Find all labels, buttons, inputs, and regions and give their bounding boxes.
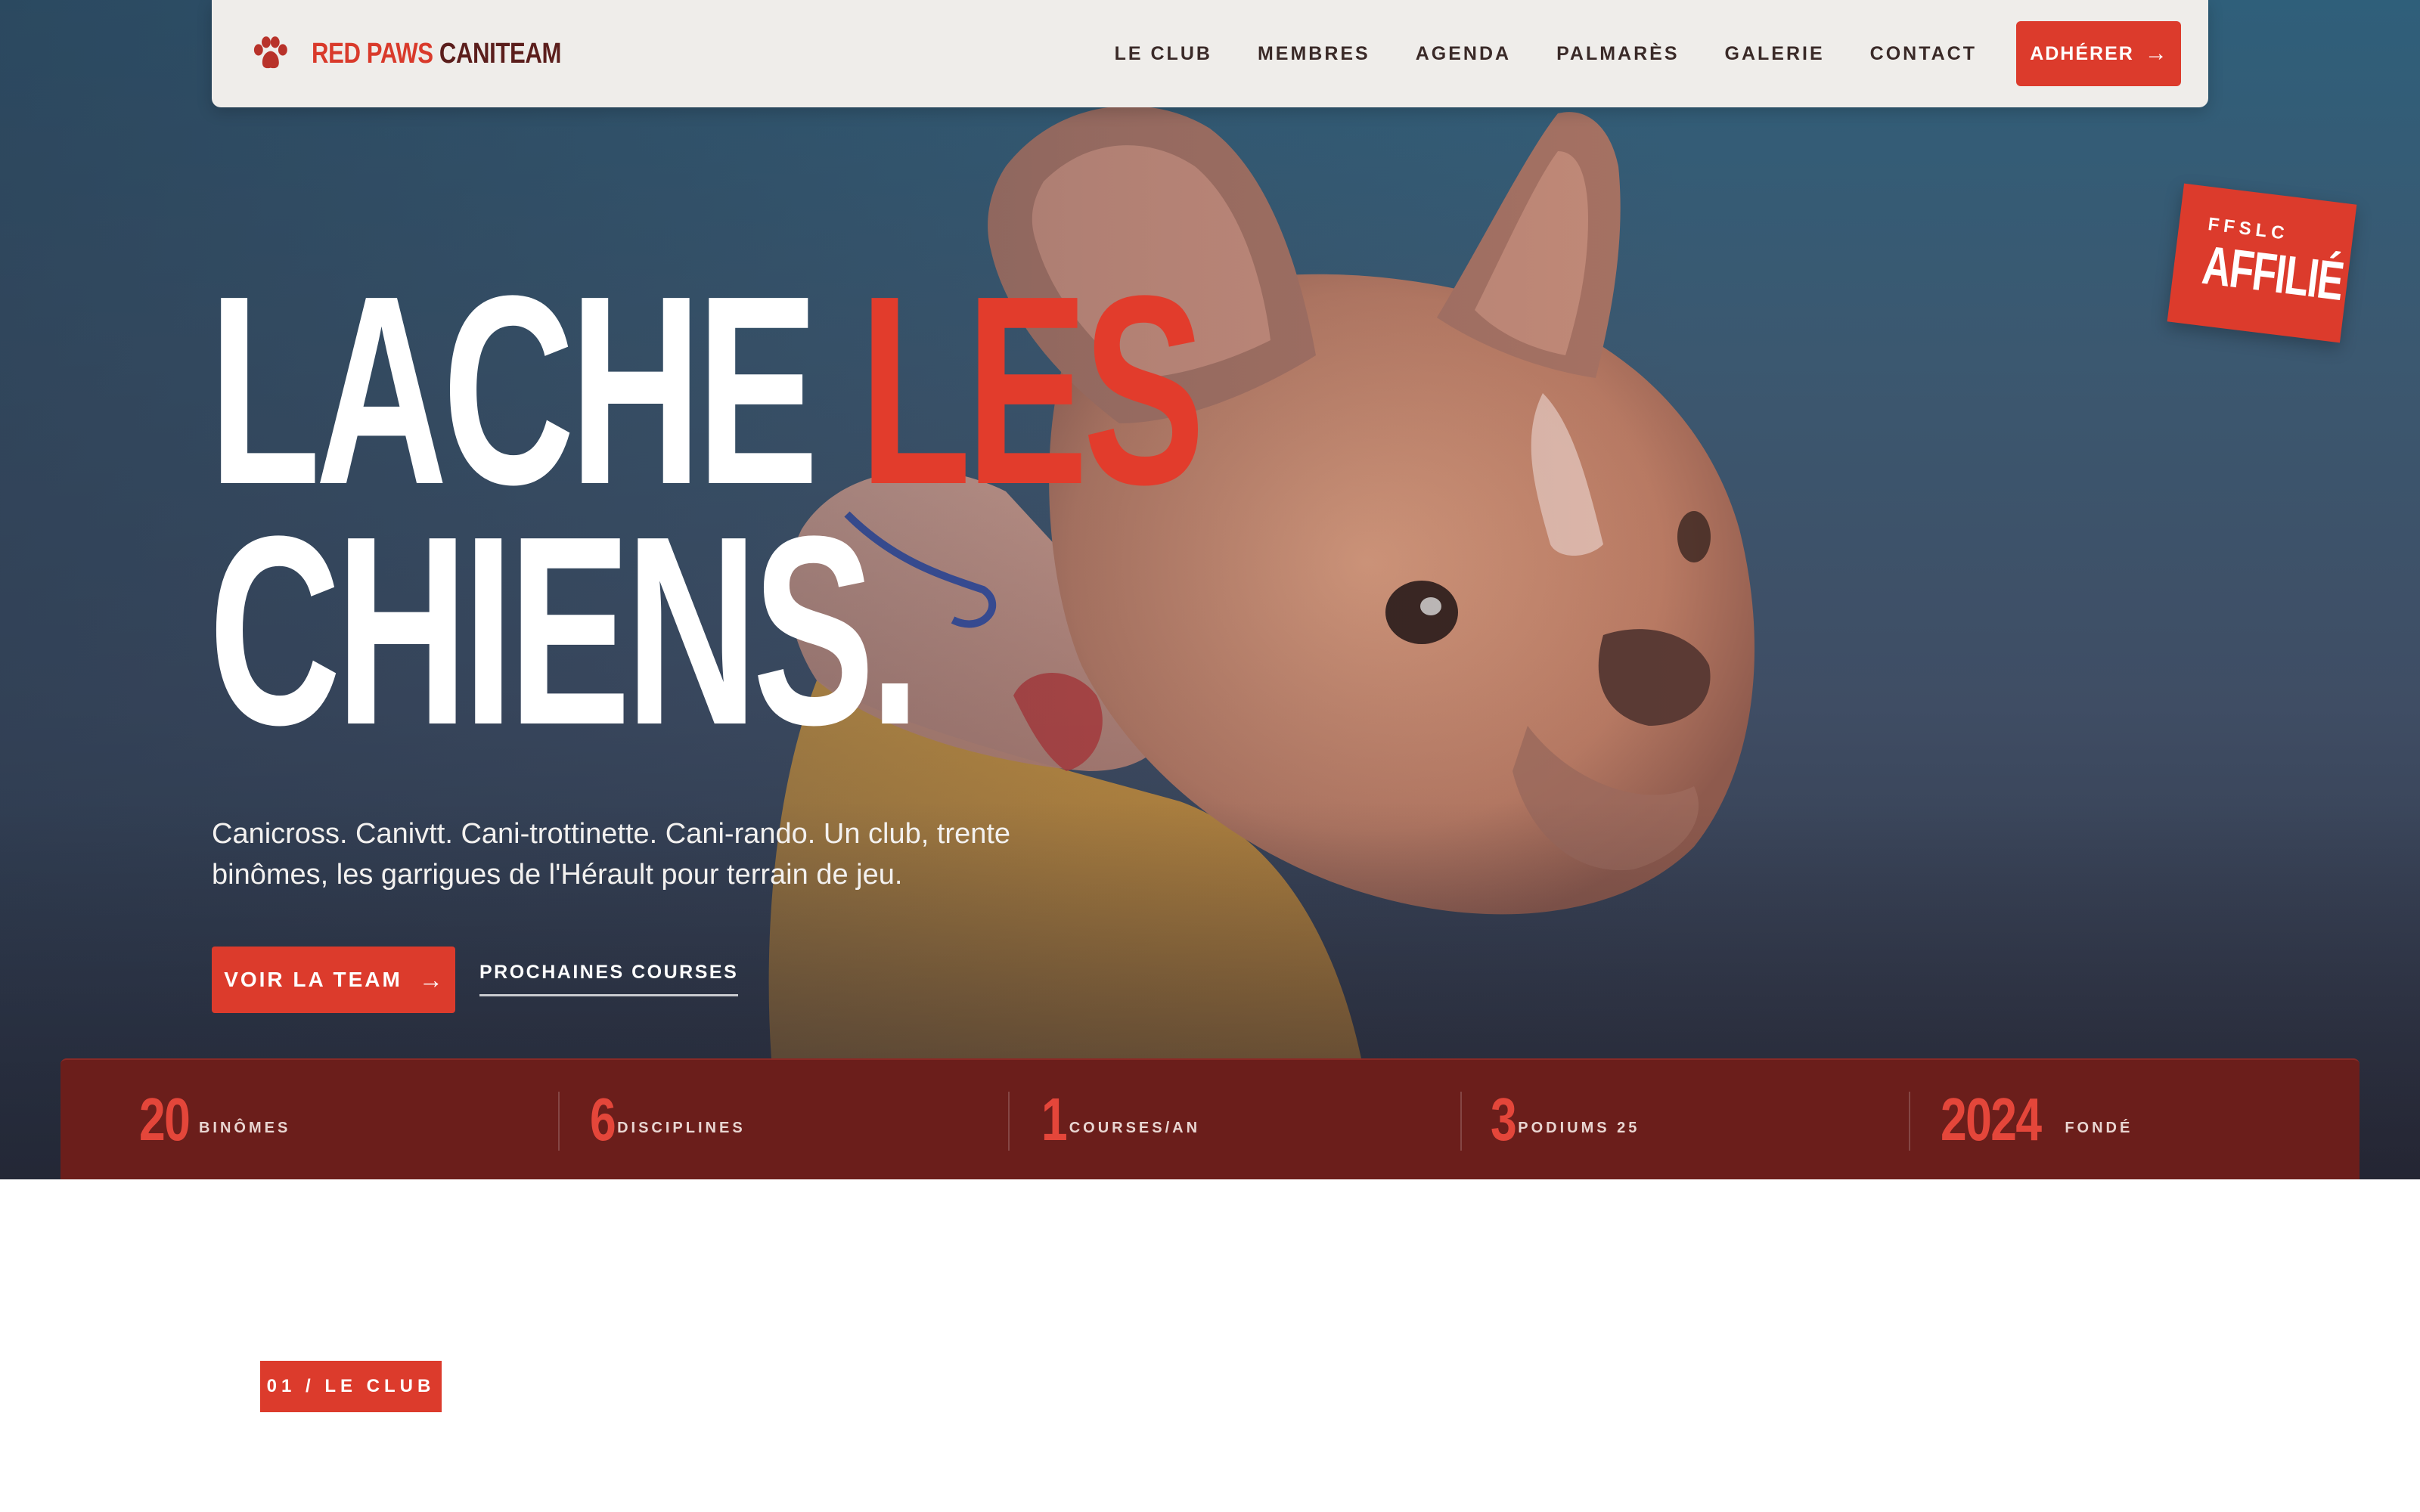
nav-link-membres[interactable]: MEMBRES <box>1235 43 1393 65</box>
nav-links: LE CLUB MEMBRES AGENDA PALMARÈS GALERIE … <box>1092 21 2181 86</box>
stat-label: DISCIPLINES <box>617 1119 746 1136</box>
nav-link-palmares[interactable]: PALMARÈS <box>1534 43 1702 65</box>
paw-icon <box>253 36 287 69</box>
stat-value: 20 <box>139 1086 191 1153</box>
section-tag-le-club: 01 / LE CLUB <box>260 1361 442 1412</box>
hero-lead: Canicross. Canivtt. Cani-trottinette. Ca… <box>212 818 1011 891</box>
arrow-right-icon: → <box>418 965 443 993</box>
stat-value: 2024 <box>1941 1086 2042 1153</box>
stat-label: BINÔMES <box>198 1119 291 1136</box>
brand-name-dark: CANITEAM <box>439 37 562 70</box>
affiliation-badge: FFSLC AFFILIÉ <box>2167 183 2357 343</box>
stat-item: 3 PODIUMS 25 <box>1460 1060 1910 1179</box>
upcoming-races-link[interactable]: PROCHAINES COURSES <box>479 962 739 996</box>
brand-name-red: RED PAWS <box>312 37 433 70</box>
hero-headline: LACHE LES CHIENS. <box>209 256 1205 766</box>
nav-link-le-club[interactable]: LE CLUB <box>1092 43 1235 65</box>
nav-link-agenda[interactable]: AGENDA <box>1393 43 1534 65</box>
stat-value: 3 <box>1490 1086 1517 1153</box>
brand-logo[interactable]: RED PAWS CANITEAM <box>250 33 616 74</box>
stat-label: FONDÉ <box>2065 1119 2133 1136</box>
brand-name: RED PAWS CANITEAM <box>312 38 561 70</box>
stat-item: 2024 FONDÉ <box>1909 1060 2360 1179</box>
see-team-button[interactable]: VOIR LA TEAM → <box>212 947 455 1013</box>
stat-item: 6 DISCIPLINES <box>557 1060 1009 1179</box>
nav-link-galerie[interactable]: GALERIE <box>1702 43 1848 65</box>
stat-value: 1 <box>1041 1086 1068 1153</box>
stat-item: 20 BINÔMES <box>60 1060 558 1179</box>
join-button-label: ADHÉRER <box>2030 42 2134 64</box>
see-team-label: VOIR LA TEAM <box>224 968 402 991</box>
headline-line2: CHIENS. <box>209 481 920 781</box>
nav-link-contact[interactable]: CONTACT <box>1848 43 2000 65</box>
badge-status: AFFILIÉ <box>2199 234 2347 312</box>
stat-label: COURSES/AN <box>1069 1119 1201 1136</box>
stat-item: 1 COURSES/AN <box>1008 1060 1460 1179</box>
join-button[interactable]: ADHÉRER → <box>2016 21 2181 86</box>
stat-value: 6 <box>589 1086 616 1153</box>
arrow-right-icon: → <box>2144 41 2167 66</box>
stat-label: PODIUMS 25 <box>1518 1119 1640 1136</box>
stats-bar: 20 BINÔMES 6 DISCIPLINES 1 COURSES/AN 3 … <box>60 1058 2360 1179</box>
top-navbar: RED PAWS CANITEAM LE CLUB MEMBRES AGENDA… <box>212 0 2208 107</box>
